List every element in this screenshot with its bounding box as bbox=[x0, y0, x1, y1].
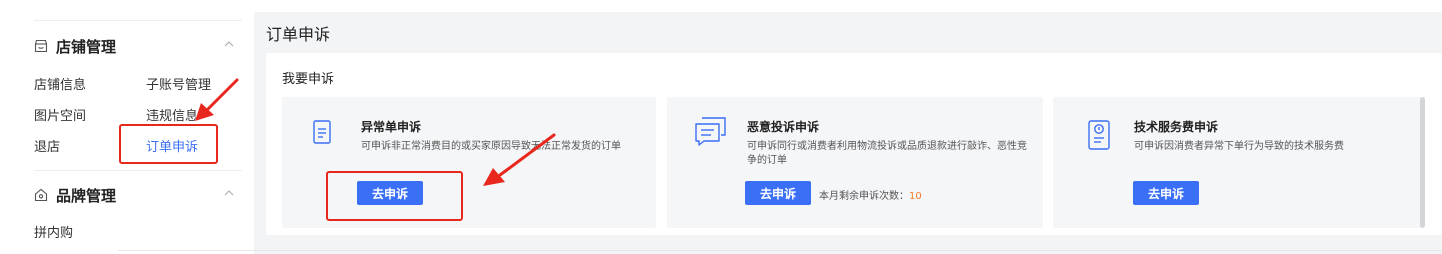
annotation-arrow-button bbox=[483, 133, 556, 186]
annotation-arrows bbox=[195, 78, 556, 186]
annotation-arrow-sidebar bbox=[195, 78, 239, 121]
